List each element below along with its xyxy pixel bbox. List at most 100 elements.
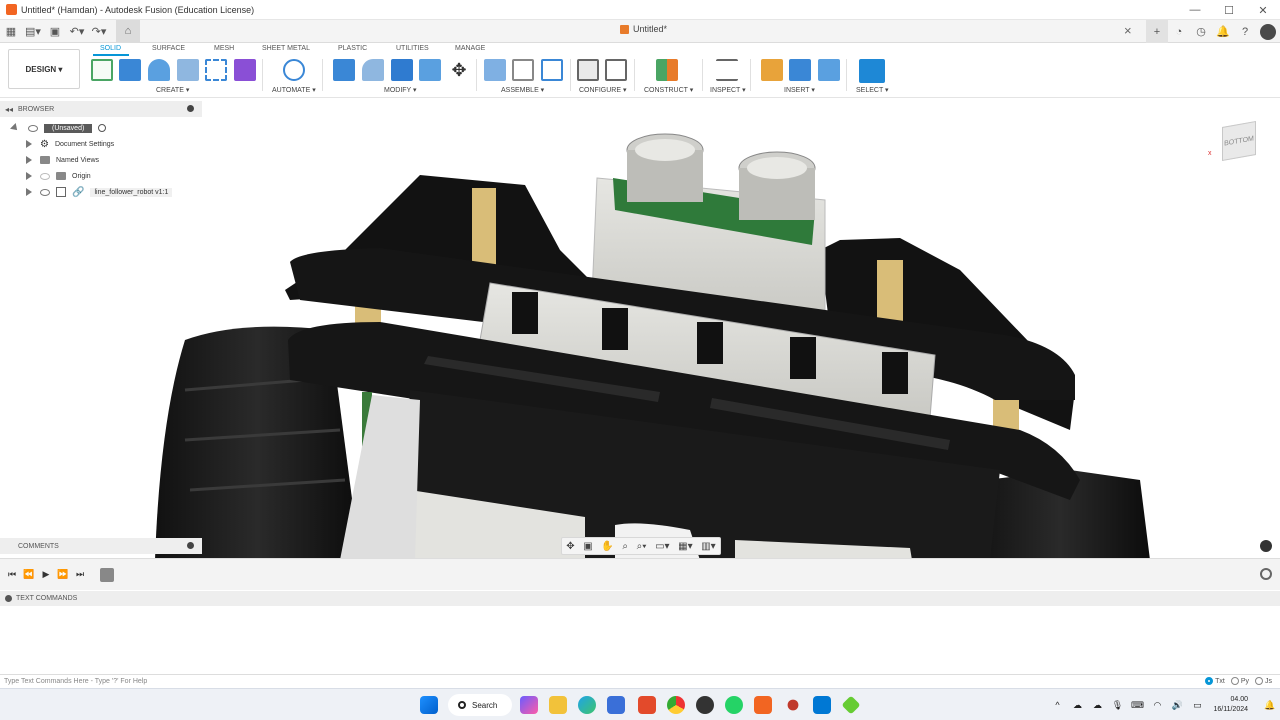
configuration-table-icon[interactable]	[605, 59, 627, 81]
configure-group-label[interactable]: CONFIGURE ▾	[579, 86, 626, 94]
shell-icon[interactable]	[391, 59, 413, 81]
whatsapp-icon[interactable]	[725, 696, 743, 714]
create-sketch-icon[interactable]	[91, 59, 113, 81]
select-icon[interactable]	[859, 59, 885, 83]
tab-manage[interactable]: MANAGE	[455, 45, 485, 52]
step-back-icon[interactable]: ⏪	[21, 567, 37, 583]
browser-item-origin[interactable]: Origin	[26, 168, 91, 184]
save-icon[interactable]: ▣	[44, 20, 66, 42]
undo-icon[interactable]: ↶▾	[66, 20, 88, 42]
activate-radio-icon[interactable]	[98, 124, 107, 132]
tray-overflow-icon[interactable]: ^	[1047, 700, 1067, 710]
home-icon[interactable]: ⌂	[116, 19, 140, 43]
comments-panel-header[interactable]: COMMENTS	[0, 538, 202, 554]
3d-viewport[interactable]	[0, 98, 1280, 558]
as-built-joint-icon[interactable]	[541, 59, 563, 81]
battery-icon[interactable]: ▭	[1187, 700, 1207, 711]
combine-icon[interactable]	[419, 59, 441, 81]
file-menu-icon[interactable]: ▤▾	[22, 20, 44, 42]
copilot-icon[interactable]	[520, 696, 538, 714]
offset-plane-icon[interactable]	[656, 59, 678, 81]
fillet-icon[interactable]	[362, 59, 384, 81]
app-grid-icon[interactable]: ▦	[0, 20, 22, 42]
zoom-icon[interactable]: ⌕	[622, 541, 628, 552]
step-forward-icon[interactable]: ⏩	[55, 567, 71, 583]
document-tab[interactable]: Untitled*	[620, 24, 667, 34]
pattern-icon[interactable]	[205, 59, 227, 81]
tab-mesh[interactable]: MESH	[214, 45, 234, 52]
browser-root-node[interactable]: (Unsaved)	[10, 120, 107, 136]
play-icon[interactable]: ▶	[38, 567, 54, 583]
measure-icon[interactable]	[716, 59, 738, 81]
expand-root-icon[interactable]	[10, 123, 20, 133]
help-icon[interactable]: ?	[1234, 20, 1256, 43]
insert-mesh-icon[interactable]	[789, 59, 811, 81]
start-icon[interactable]	[420, 696, 438, 714]
select-group-label[interactable]: SELECT ▾	[856, 86, 889, 94]
cloud-icon[interactable]: ☁	[1067, 700, 1087, 711]
notifications-icon[interactable]: 🔔	[1212, 20, 1234, 43]
orbit-icon[interactable]: ✥	[566, 541, 574, 552]
store-icon[interactable]	[607, 696, 625, 714]
expand-icon[interactable]	[26, 140, 32, 148]
redo-icon[interactable]: ↷▾	[88, 20, 110, 42]
collapse-browser-icon[interactable]: ◂◂	[5, 105, 13, 114]
fusion-taskbar-icon[interactable]	[754, 696, 772, 714]
insert-image-icon[interactable]	[818, 59, 840, 81]
workspace-switcher[interactable]: DESIGN ▾	[8, 49, 80, 89]
go-to-end-icon[interactable]: ⏭	[72, 567, 88, 583]
viewcube[interactable]: BOTTOM x	[1208, 118, 1262, 164]
look-at-icon[interactable]: ▣	[583, 541, 592, 552]
insert-derive-icon[interactable]	[761, 59, 783, 81]
viewports-icon[interactable]: ▥▾	[701, 541, 715, 552]
py-radio[interactable]	[1230, 677, 1239, 685]
onedrive-icon[interactable]: ☁	[1087, 700, 1107, 711]
browser-item-document-settings[interactable]: ⚙ Document Settings	[26, 136, 114, 152]
tab-solid[interactable]: SOLID	[100, 45, 121, 52]
text-command-input[interactable]: Type Text Commands Here - Type '?' For H…	[0, 674, 1280, 688]
browser-header[interactable]: ◂◂ BROWSER	[0, 101, 202, 117]
notification-bell-icon[interactable]: 🔔	[1260, 700, 1280, 711]
maximize-button[interactable]: ☐	[1212, 0, 1246, 20]
wifi-icon[interactable]: ◠	[1147, 700, 1167, 711]
text-commands-header[interactable]: TEXT COMMANDS	[0, 591, 1280, 606]
app-icon[interactable]	[841, 695, 861, 715]
form-icon[interactable]	[234, 59, 256, 81]
go-to-start-icon[interactable]: ⏮	[4, 567, 20, 583]
automate-group-label[interactable]: AUTOMATE ▾	[272, 86, 316, 94]
joint-icon[interactable]	[512, 59, 534, 81]
inspect-group-label[interactable]: INSPECT ▾	[710, 86, 746, 94]
display-settings-icon[interactable]: ▭▾	[655, 541, 669, 552]
extensions-icon[interactable]: ◔	[1168, 20, 1190, 43]
keyboard-icon[interactable]: ⌨	[1127, 700, 1147, 711]
browser-item-linked-component[interactable]: 🔗 line_follower_robot v1:1	[26, 184, 173, 200]
browser-pin-icon[interactable]	[187, 105, 194, 112]
expand-icon[interactable]	[26, 172, 32, 180]
extrude-icon[interactable]	[119, 59, 141, 81]
github-icon[interactable]	[696, 696, 714, 714]
revolve-icon[interactable]	[148, 59, 170, 81]
viewcube-face[interactable]: BOTTOM	[1222, 121, 1256, 161]
microphone-icon[interactable]: 🎙	[1107, 700, 1127, 711]
grid-settings-icon[interactable]: ▦▾	[678, 541, 692, 552]
minimize-button[interactable]: —	[1178, 0, 1212, 20]
job-status-icon[interactable]: ◷	[1190, 20, 1212, 43]
expand-icon[interactable]	[26, 156, 32, 164]
timeline-feature-icon[interactable]	[100, 567, 114, 582]
volume-icon[interactable]: 🔊	[1167, 700, 1187, 711]
tab-plastic[interactable]: PLASTIC	[338, 45, 367, 52]
clock[interactable]: 04.00 16/11/2024	[1213, 695, 1248, 715]
press-pull-icon[interactable]	[333, 59, 355, 81]
configure-icon[interactable]	[577, 59, 599, 81]
new-tab-icon[interactable]: +	[1146, 20, 1168, 43]
edge-icon[interactable]	[578, 696, 596, 714]
automate-icon[interactable]	[283, 59, 305, 81]
close-tab-icon[interactable]: ×	[1124, 23, 1132, 38]
txt-radio[interactable]	[1205, 677, 1214, 685]
file-explorer-icon[interactable]	[549, 696, 567, 714]
modify-group-label[interactable]: MODIFY ▾	[384, 86, 417, 94]
comments-pin-icon[interactable]	[187, 542, 194, 549]
expand-icon[interactable]	[26, 188, 32, 196]
timeline-settings-icon[interactable]	[1260, 568, 1272, 580]
construct-group-label[interactable]: CONSTRUCT ▾	[644, 86, 693, 94]
